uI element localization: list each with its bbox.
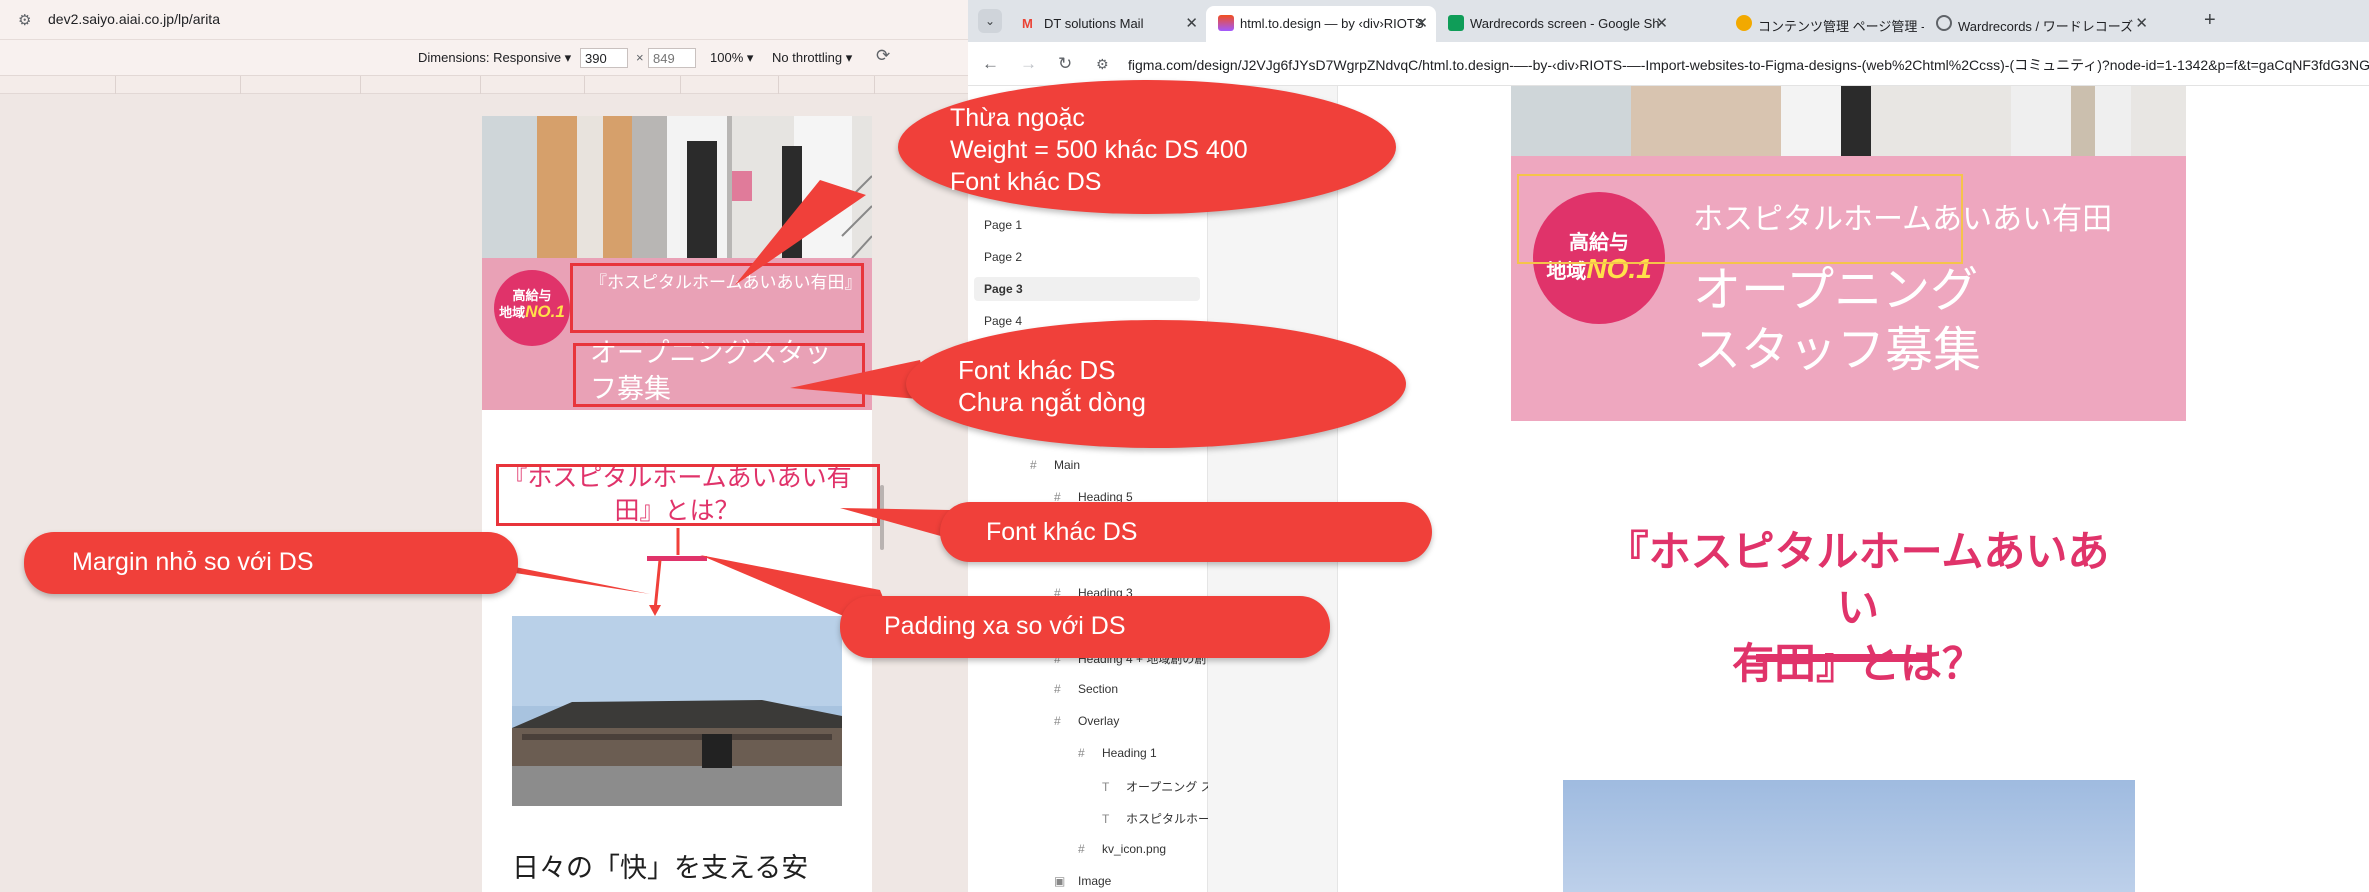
close-icon[interactable]: ✕ xyxy=(1185,14,1198,32)
layer-item[interactable]: # kv_icon.png xyxy=(1078,842,1166,856)
page-item[interactable]: Page 4 xyxy=(984,314,1022,328)
selection-outline xyxy=(1517,174,1963,264)
frame-icon: # xyxy=(1078,842,1085,856)
kv-staff-photo xyxy=(482,116,872,258)
frame-icon: # xyxy=(1054,652,1061,666)
about-title: 『ホスピタルホームあいあい有田』とは？ xyxy=(502,463,852,525)
frame-icon: # xyxy=(1030,458,1037,472)
figma-layers-panel: Page 1 Page 2 Page 3 Page 4 # Main # Headi… xyxy=(968,86,1330,892)
page-item[interactable]: Page 2 xyxy=(984,250,1022,264)
viewport-scrollbar[interactable] xyxy=(880,485,884,550)
gmail-icon: M xyxy=(1022,16,1033,31)
design-kv-heading-line1: オープニング xyxy=(1693,262,1979,318)
device-viewport: 高給与 地域NO.1 『ホスピタルホームあいあい有田』 オープニングスタッフ募集… xyxy=(482,116,872,892)
design-kv-photo xyxy=(1511,86,2186,156)
layer-item[interactable]: Tオープニング スタッフ募集 xyxy=(1102,778,1208,795)
times-sign: × xyxy=(636,50,644,65)
height-input[interactable] xyxy=(648,48,696,68)
frame-icon: # xyxy=(1054,490,1061,504)
layer-item[interactable]: # Heading 4 + 地域創の創 xyxy=(1054,650,1206,667)
site-settings-icon[interactable]: ⚙ xyxy=(18,11,40,29)
title-underbar xyxy=(647,556,707,561)
page-item-selected[interactable]: Page 3 xyxy=(974,277,1200,301)
globe-icon xyxy=(1936,15,1952,31)
text-icon: T xyxy=(1102,780,1110,794)
devtools-window: ⚙ dev2.saiyo.aiai.co.jp/lp/arita Dimensi… xyxy=(0,0,968,892)
frame-icon: # xyxy=(1054,714,1061,728)
dimensions-dropdown[interactable]: Dimensions: Responsive ▾ xyxy=(418,50,571,66)
reload-icon[interactable]: ↻ xyxy=(1058,54,1072,74)
layer-item[interactable]: # Section xyxy=(1054,682,1118,696)
throttling-dropdown[interactable]: No throttling ▾ xyxy=(772,50,852,66)
device-toolbar: Dimensions: Responsive ▾ × 100% ▾ No thr… xyxy=(0,40,968,76)
url-text[interactable]: dev2.saiyo.aiai.co.jp/lp/arita xyxy=(48,11,220,27)
address-bar[interactable]: ⚙ dev2.saiyo.aiai.co.jp/lp/arita xyxy=(0,0,968,40)
layer-item[interactable]: ▣ Image xyxy=(1054,874,1111,888)
image-icon: ▣ xyxy=(1054,874,1066,888)
width-input[interactable] xyxy=(580,48,628,68)
tab-search-icon[interactable]: ⌄ xyxy=(978,9,1002,33)
rotate-icon[interactable]: ⟳ xyxy=(876,46,890,66)
text-icon: T xyxy=(1078,524,1086,538)
lead-text: 日々の「快」を支える安 xyxy=(512,853,809,884)
design-title-underbar xyxy=(1756,654,1932,662)
close-icon[interactable]: ✕ xyxy=(2135,14,2148,32)
wordpress-icon xyxy=(1736,15,1752,31)
frame-icon: # xyxy=(1054,586,1061,600)
canvas-gutter xyxy=(1208,86,1338,892)
tab-sheets[interactable]: Wardrecords screen - Google Sh ✕ xyxy=(1436,6,1676,42)
layer-item[interactable]: # Heading 3 xyxy=(1054,586,1133,600)
layer-item[interactable]: # Main xyxy=(1030,458,1080,472)
navigation-bar: ← → ↻ ⚙ figma.com/design/J2VJg6fJYsD7Wgr… xyxy=(968,42,2369,86)
kv-subtitle: 『ホスピタルホームあいあい有田』 xyxy=(590,273,862,293)
media-query-ruler xyxy=(0,76,968,94)
no1-badge: 高給与 地域NO.1 xyxy=(494,270,570,346)
tab-gmail[interactable]: M DT solutions Mail ✕ xyxy=(1010,6,1206,42)
layer-item[interactable]: # Heading 1 xyxy=(1078,746,1157,760)
figma-design-frame[interactable]: 高給与 地域NO.1 ホスピタルホームあいあい有田 オープニング スタッフ募集 … xyxy=(1338,86,2369,892)
close-icon[interactable]: ✕ xyxy=(1655,14,1668,32)
close-icon[interactable]: ✕ xyxy=(1415,14,1428,32)
layer-item[interactable]: Tホスピタルホームあいあい有田 xyxy=(1102,810,1208,827)
figma-icon xyxy=(1218,15,1234,31)
design-kv-heading-line2: スタッフ募集 xyxy=(1693,322,1982,378)
layer-item[interactable]: # Overlay xyxy=(1054,714,1119,728)
design-building-photo xyxy=(1563,780,2135,892)
tab-strip: ⌄ M DT solutions Mail ✕ html.to.design —… xyxy=(968,0,2369,42)
kv-pink-band: 高給与 地域NO.1 『ホスピタルホームあいあい有田』 オープニングスタッフ募集 xyxy=(482,258,872,410)
frame-icon: # xyxy=(1054,682,1061,696)
tab-wardrecords[interactable]: Wardrecords / ワードレコーズ ✕ xyxy=(1924,6,2156,42)
tab-wordpress[interactable]: コンテンツ管理 ページ管理 - Ward xyxy=(1724,6,1924,42)
chrome-window: ⌄ M DT solutions Mail ✕ html.to.design —… xyxy=(968,0,2369,892)
text-icon: T xyxy=(1102,812,1110,826)
kv-heading: オープニングスタッフ募集 xyxy=(590,338,832,405)
page-item[interactable]: Page 1 xyxy=(984,218,1022,232)
back-icon[interactable]: ← xyxy=(982,54,999,74)
tab-figma[interactable]: html.to.design — by ‹div›RIOTS ✕ xyxy=(1206,6,1436,42)
forward-icon[interactable]: → xyxy=(1020,54,1037,74)
site-settings-icon[interactable]: ⚙ xyxy=(1096,56,1109,73)
new-tab-button[interactable]: + xyxy=(2204,9,2216,32)
frame-icon: # xyxy=(1078,746,1085,760)
design-about-title: 『ホスピタルホームあいあい 有田』とは？ xyxy=(1606,527,2110,688)
building-photo xyxy=(512,616,842,806)
zoom-dropdown[interactable]: 100% ▾ xyxy=(710,50,753,66)
layer-item[interactable]: # Heading 5 xyxy=(1054,490,1133,504)
sheets-icon xyxy=(1448,15,1464,31)
url-text[interactable]: figma.com/design/J2VJg6fJYsD7WgrpZNdvqC/… xyxy=(1128,55,2369,75)
